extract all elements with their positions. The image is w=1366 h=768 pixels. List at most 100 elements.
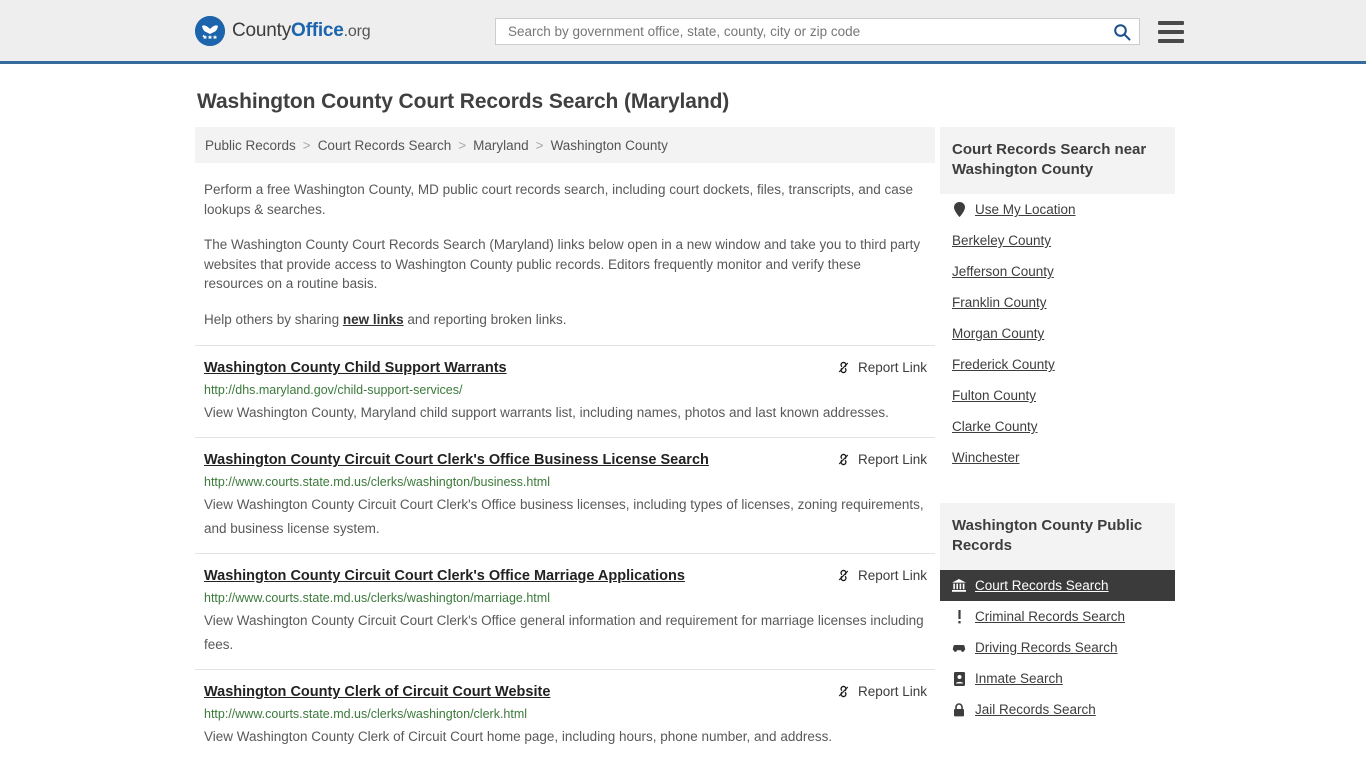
breadcrumb: Public Records > Court Records Search > …	[195, 127, 935, 163]
page-title: Washington County Court Records Search (…	[197, 90, 730, 113]
result-header: Washington County Clerk of Circuit Court…	[204, 683, 927, 701]
sidebar-item-fulton-county[interactable]: Fulton County	[940, 380, 1175, 411]
intro-text: Perform a free Washington County, MD pub…	[195, 180, 935, 329]
intro-paragraph-3: Help others by sharing new links and rep…	[204, 310, 921, 330]
sidebar-nearby-heading: Court Records Search near Washington Cou…	[940, 127, 1175, 194]
result-item: Washington County Child Support Warrants…	[195, 345, 935, 437]
report-link-label: Report Link	[857, 360, 927, 375]
breadcrumb-separator: >	[302, 137, 311, 153]
report-link-button[interactable]: Report Link	[836, 359, 927, 375]
result-item: Washington County Clerk of Circuit Court…	[195, 669, 935, 761]
breadcrumb-separator: >	[535, 137, 544, 153]
search-button[interactable]	[1111, 23, 1133, 41]
result-description: View Washington County Circuit Court Cle…	[204, 613, 924, 652]
header-search-area	[495, 18, 1184, 45]
report-link-button[interactable]: Report Link	[836, 683, 927, 699]
page-body: Washington County Court Records Search (…	[0, 90, 1366, 761]
sidebar-link-label[interactable]: Franklin County	[952, 295, 1047, 310]
report-link-button[interactable]: Report Link	[836, 567, 927, 583]
result-header: Washington County Circuit Court Clerk's …	[204, 451, 927, 469]
result-title-link[interactable]: Washington County Child Support Warrants	[204, 359, 507, 377]
report-link-label: Report Link	[857, 568, 927, 583]
sidebar-link-label[interactable]: Inmate Search	[975, 671, 1063, 686]
main-content: Public Records > Court Records Search > …	[195, 127, 935, 761]
result-item: Washington County Circuit Court Clerk's …	[195, 553, 935, 669]
logo-text-org: .org	[343, 22, 371, 40]
sidebar-link-label[interactable]: Clarke County	[952, 419, 1038, 434]
logo-text-county: County	[232, 19, 292, 41]
new-links-link[interactable]: new links	[343, 312, 404, 327]
sidebar-item-berkeley-county[interactable]: Berkeley County	[940, 225, 1175, 256]
sidebar-link-label[interactable]: Morgan County	[952, 326, 1044, 341]
sidebar-item-driving-records-search[interactable]: Driving Records Search	[940, 632, 1175, 663]
sidebar-link-label[interactable]: Jail Records Search	[975, 702, 1096, 717]
sidebar-link-label[interactable]: Frederick County	[952, 357, 1055, 372]
breadcrumb-separator: >	[458, 137, 467, 153]
result-url: http://www.courts.state.md.us/clerks/was…	[204, 591, 550, 605]
result-header: Washington County Child Support Warrants…	[204, 359, 927, 377]
result-url: http://www.courts.state.md.us/clerks/was…	[204, 475, 550, 489]
result-title-link[interactable]: Washington County Clerk of Circuit Court…	[204, 683, 550, 701]
results-list: Washington County Child Support Warrants…	[195, 345, 935, 761]
broken-link-icon	[838, 361, 849, 374]
sidebar-public-records-block: Washington County Public Records Court R…	[940, 503, 1175, 725]
logo-wordmark: CountyOffice.org	[232, 19, 371, 42]
broken-link-icon	[838, 453, 849, 466]
sidebar-link-label[interactable]: Court Records Search	[975, 578, 1109, 593]
result-description: View Washington County, Maryland child s…	[204, 405, 889, 420]
sidebar-item-criminal-records-search[interactable]: Criminal Records Search	[940, 601, 1175, 632]
sidebar-item-morgan-county[interactable]: Morgan County	[940, 318, 1175, 349]
breadcrumb-item-1[interactable]: Court Records Search	[318, 138, 452, 153]
search-input[interactable]	[506, 23, 1111, 40]
sidebar-public-records-heading: Washington County Public Records	[940, 503, 1175, 570]
sidebar-link-label[interactable]: Berkeley County	[952, 233, 1051, 248]
sidebar-link-label[interactable]: Winchester	[952, 450, 1020, 465]
site-header: CountyOffice.org	[0, 0, 1366, 64]
courthouse-icon	[952, 579, 966, 592]
hamburger-bar	[1158, 29, 1184, 34]
breadcrumb-item-3[interactable]: Washington County	[551, 138, 668, 153]
sidebar-link-label[interactable]: Driving Records Search	[975, 640, 1118, 655]
sidebar-item-frederick-county[interactable]: Frederick County	[940, 349, 1175, 380]
result-url: http://www.courts.state.md.us/clerks/was…	[204, 707, 528, 721]
report-link-label: Report Link	[857, 684, 927, 699]
hamburger-menu-icon[interactable]	[1158, 20, 1184, 43]
sidebar-item-jefferson-county[interactable]: Jefferson County	[940, 256, 1175, 287]
sidebar-item-court-records-search[interactable]: Court Records Search	[940, 570, 1175, 601]
sidebar-item-use-my-location[interactable]: Use My Location	[940, 194, 1175, 225]
sidebar-link-label[interactable]: Use My Location	[975, 202, 1076, 217]
sidebar-link-label[interactable]: Fulton County	[952, 388, 1036, 403]
broken-link-icon	[838, 685, 849, 698]
sidebar-public-records-list: Court Records Search Criminal Records Se…	[940, 570, 1175, 725]
hamburger-bar	[1158, 20, 1184, 25]
map-pin-icon	[952, 202, 966, 217]
logo-text-office: Office	[291, 19, 344, 41]
site-logo[interactable]: CountyOffice.org	[195, 15, 371, 46]
breadcrumb-item-2[interactable]: Maryland	[473, 138, 529, 153]
sidebar-item-franklin-county[interactable]: Franklin County	[940, 287, 1175, 318]
id-badge-icon	[952, 671, 966, 686]
sidebar-item-winchester[interactable]: Winchester	[940, 442, 1175, 473]
broken-link-icon	[838, 569, 849, 582]
sidebar-nearby-list: Use My Location Berkeley County Jefferso…	[940, 194, 1175, 473]
result-header: Washington County Circuit Court Clerk's …	[204, 567, 927, 585]
report-link-label: Report Link	[857, 452, 927, 467]
sidebar-item-clarke-county[interactable]: Clarke County	[940, 411, 1175, 442]
intro-paragraph-2: The Washington County Court Records Sear…	[204, 237, 921, 291]
content-row: Public Records > Court Records Search > …	[0, 127, 1366, 761]
lock-icon	[952, 702, 966, 717]
result-description: View Washington County Circuit Court Cle…	[204, 497, 924, 536]
intro-p3-before: Help others by sharing	[204, 311, 343, 327]
sidebar-item-jail-records-search[interactable]: Jail Records Search	[940, 694, 1175, 725]
result-title-link[interactable]: Washington County Circuit Court Clerk's …	[204, 451, 709, 469]
breadcrumb-item-0[interactable]: Public Records	[205, 138, 296, 153]
report-link-button[interactable]: Report Link	[836, 451, 927, 467]
result-title-link[interactable]: Washington County Circuit Court Clerk's …	[204, 567, 685, 585]
sidebar: Court Records Search near Washington Cou…	[940, 127, 1175, 761]
search-box[interactable]	[495, 18, 1140, 45]
sidebar-link-label[interactable]: Criminal Records Search	[975, 609, 1125, 624]
car-icon	[952, 642, 966, 653]
sidebar-link-label[interactable]: Jefferson County	[952, 264, 1054, 279]
sidebar-item-inmate-search[interactable]: Inmate Search	[940, 663, 1175, 694]
result-description: View Washington County Clerk of Circuit …	[204, 729, 833, 744]
